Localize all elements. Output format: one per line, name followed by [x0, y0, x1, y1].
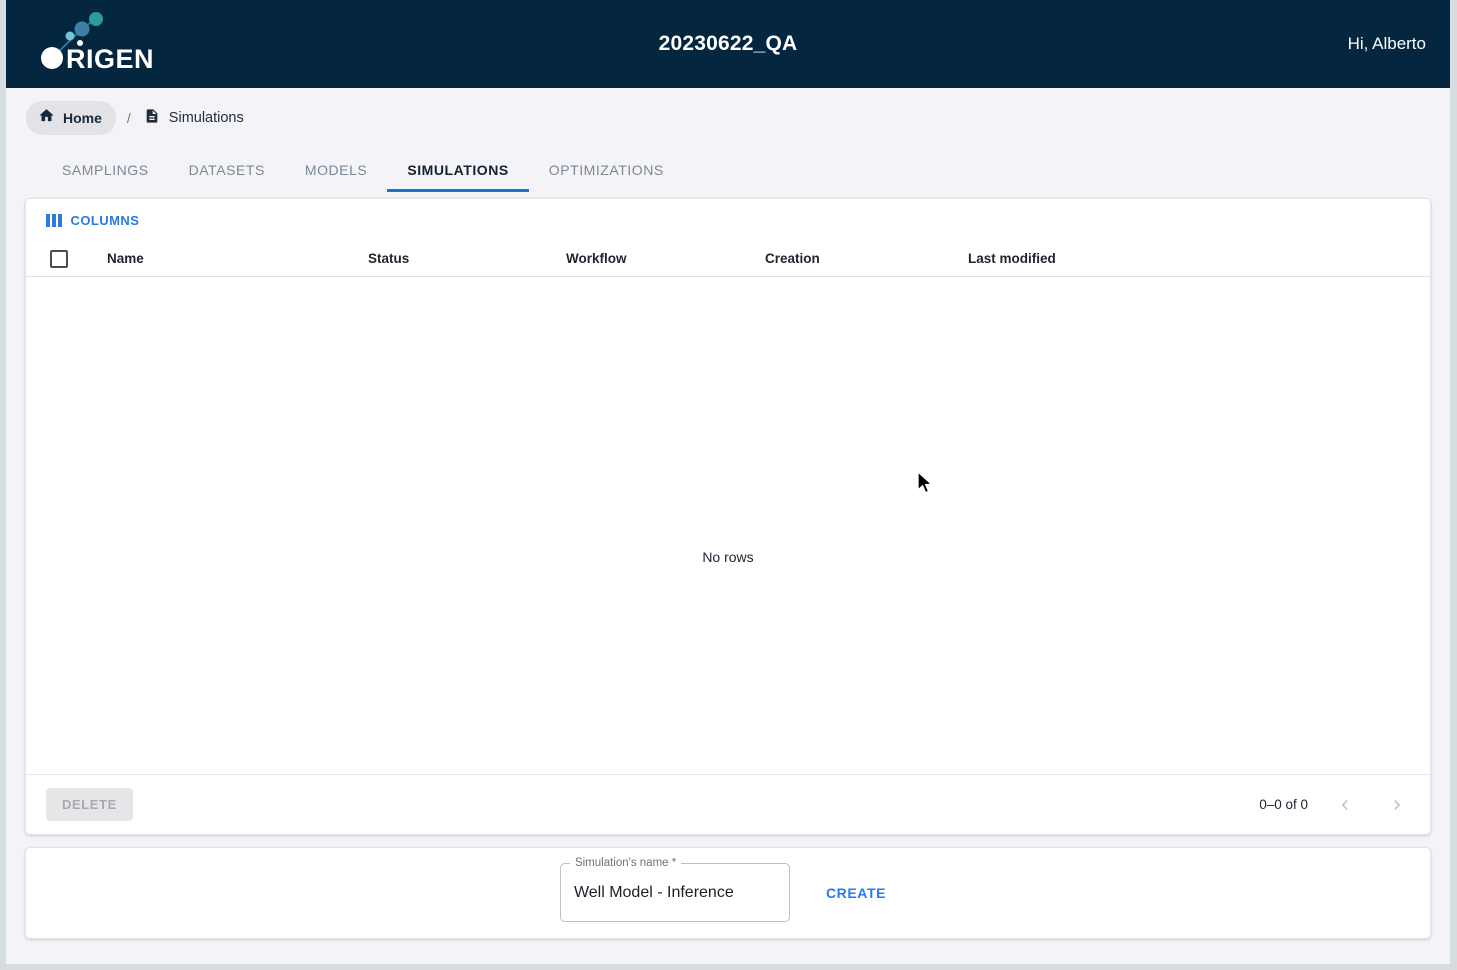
- app-header: RIGEN 20230622_QA Hi, Alberto: [6, 0, 1450, 88]
- home-icon: [38, 107, 55, 129]
- section-tabs: SAMPLINGS DATASETS MODELS SIMULATIONS OP…: [6, 142, 1450, 192]
- grid-footer: DELETE 0–0 of 0: [26, 774, 1430, 834]
- svg-text:RIGEN: RIGEN: [66, 44, 154, 74]
- grid-toolbar: COLUMNS: [26, 199, 1430, 241]
- columns-button-label: COLUMNS: [70, 212, 140, 228]
- create-simulation-form: Simulation's name * CREATE: [25, 847, 1431, 939]
- breadcrumb-current-label: Simulations: [168, 110, 244, 126]
- page-title: 20230622_QA: [658, 32, 798, 55]
- column-header-name[interactable]: Name: [68, 251, 368, 266]
- tab-samplings[interactable]: SAMPLINGS: [42, 162, 169, 192]
- tab-models[interactable]: MODELS: [285, 162, 387, 192]
- column-header-status[interactable]: Status: [368, 251, 566, 266]
- app-window: RIGEN 20230622_QA Hi, Alberto Home / Sim…: [0, 0, 1457, 970]
- grid-empty-message: No rows: [702, 549, 754, 565]
- user-greeting[interactable]: Hi, Alberto: [1348, 34, 1426, 54]
- breadcrumb-separator: /: [126, 110, 131, 126]
- breadcrumb-item-home[interactable]: Home: [26, 101, 116, 135]
- create-button[interactable]: CREATE: [816, 877, 896, 909]
- tab-simulations[interactable]: SIMULATIONS: [387, 162, 530, 192]
- select-all-checkbox[interactable]: [50, 249, 68, 268]
- breadcrumb: Home / Simulations: [6, 94, 1450, 142]
- chevron-left-icon[interactable]: [1330, 790, 1360, 820]
- origen-logo-mark: RIGEN: [41, 12, 154, 74]
- columns-icon: [46, 213, 62, 227]
- column-header-workflow[interactable]: Workflow: [566, 251, 765, 266]
- document-icon: [144, 107, 160, 130]
- breadcrumb-item-simulations[interactable]: Simulations: [142, 107, 244, 130]
- simulation-name-input[interactable]: [559, 864, 790, 922]
- chevron-right-icon[interactable]: [1382, 790, 1412, 820]
- delete-button[interactable]: DELETE: [46, 788, 133, 821]
- column-header-last-modified[interactable]: Last modified: [968, 251, 1430, 266]
- simulations-grid: COLUMNS Name Status Workflow Creation La…: [25, 198, 1431, 835]
- column-header-creation[interactable]: Creation: [765, 251, 968, 266]
- tab-datasets[interactable]: DATASETS: [169, 162, 285, 192]
- origen-logo[interactable]: RIGEN: [30, 10, 160, 78]
- grid-body: No rows: [26, 277, 1430, 774]
- columns-button[interactable]: COLUMNS: [38, 208, 147, 233]
- pagination: 0–0 of 0: [1259, 790, 1412, 820]
- grid-header-row: Name Status Workflow Creation Last modif…: [26, 241, 1430, 277]
- simulation-name-field[interactable]: Simulation's name *: [559, 857, 790, 922]
- breadcrumb-home-label: Home: [63, 110, 102, 126]
- pagination-count: 0–0 of 0: [1259, 797, 1308, 812]
- tab-optimizations[interactable]: OPTIMIZATIONS: [529, 162, 684, 192]
